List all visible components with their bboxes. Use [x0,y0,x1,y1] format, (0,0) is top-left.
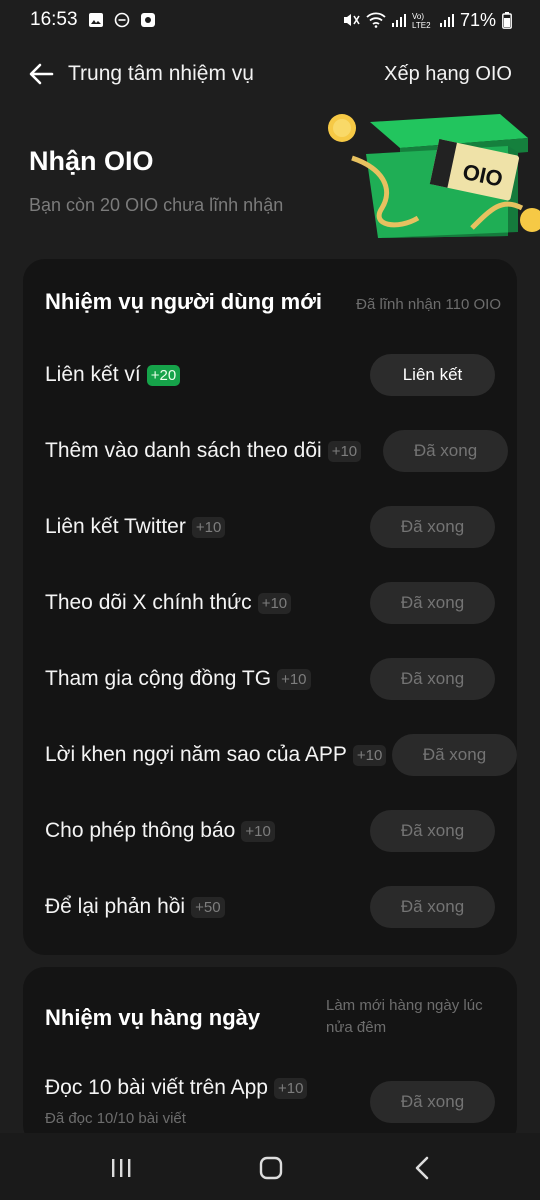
reward-badge: +10 [257,592,292,614]
reward-badge: +10 [273,1077,308,1099]
battery-icon [502,11,512,29]
done-button[interactable]: Đã xong [370,886,495,928]
gift-box-illustration: OIO [328,114,540,238]
ranking-link[interactable]: Xếp hạng OIO [384,63,512,86]
done-button[interactable]: Đã xong [370,1081,495,1123]
task-label: Lời khen ngợi năm sao của APP [45,743,347,766]
new-user-tasks-title: Nhiệm vụ người dùng mới [45,289,322,314]
recent-apps-icon[interactable] [108,1155,134,1181]
link-wallet-button[interactable]: Liên kết [370,354,495,396]
daily-tasks-card: Nhiệm vụ hàng ngày Làm mới hàng ngày lúc… [23,967,517,1147]
reward-badge: +10 [352,744,387,766]
daily-tasks-title: Nhiệm vụ hàng ngày [45,1005,261,1030]
hero-title: Nhận OIO [29,146,154,176]
task-label: Tham gia cộng đồng TG [45,667,272,690]
signal-icon [391,14,406,27]
mute-icon [343,14,360,26]
task-label: Cho phép thông báo [45,819,236,842]
page-title: Trung tâm nhiệm vụ [68,62,254,85]
signal-icon-2 [439,14,454,27]
svg-text:Vo): Vo) [412,12,424,21]
reward-badge: +10 [191,516,226,538]
volte-icon: Vo)LTE2 [412,12,431,29]
svg-text:LTE2: LTE2 [412,21,431,29]
back-arrow-icon[interactable] [28,61,54,87]
done-button[interactable]: Đã xong [370,810,495,852]
back-nav-icon[interactable] [410,1155,436,1181]
done-button[interactable]: Đã xong [370,658,495,700]
task-progress-text: Đã đọc 10/10 bài viết [45,1110,186,1127]
task-label: Liên kết ví [45,363,141,386]
reward-badge: +10 [327,440,362,462]
done-button[interactable]: Đã xong [370,582,495,624]
system-navigation-bar [0,1133,540,1200]
status-bar: 16:53 Vo) LTE2 71% [0,0,540,40]
app-notification-icon [140,13,155,27]
new-user-tasks-card: Nhiệm vụ người dùng mới Đã lĩnh nhận 110… [23,259,517,955]
hero-subtitle: Bạn còn 20 OIO chưa lĩnh nhận [29,195,284,215]
task-label: Liên kết Twitter [45,515,186,538]
done-button[interactable]: Đã xong [370,506,495,548]
task-label: Thêm vào danh sách theo dõi [45,439,322,462]
wifi-icon [366,12,386,28]
task-label: Đọc 10 bài viết trên App [45,1076,268,1099]
reward-badge: +10 [241,820,275,842]
battery-percent: 71% [459,9,496,30]
home-icon[interactable] [258,1155,284,1181]
done-button[interactable]: Đã xong [383,430,508,472]
reward-badge: +10 [277,668,311,690]
done-button[interactable]: Đã xong [392,734,517,776]
do-not-disturb-icon [114,12,129,28]
status-time: 16:53 [30,9,78,30]
daily-refresh-note: Làm mới hàng ngày lúc nửa đêm [326,997,483,1036]
reward-badge: +50 [191,896,225,918]
task-label: Để lại phản hồi [45,895,186,918]
gallery-icon [88,13,103,27]
claimed-total: Đã lĩnh nhận 110 OIO [356,296,501,313]
reward-badge: +20 [146,364,181,386]
top-app-bar: Trung tâm nhiệm vụ Xếp hạng OIO [0,50,540,98]
task-label: Theo dõi X chính thức [45,591,252,614]
